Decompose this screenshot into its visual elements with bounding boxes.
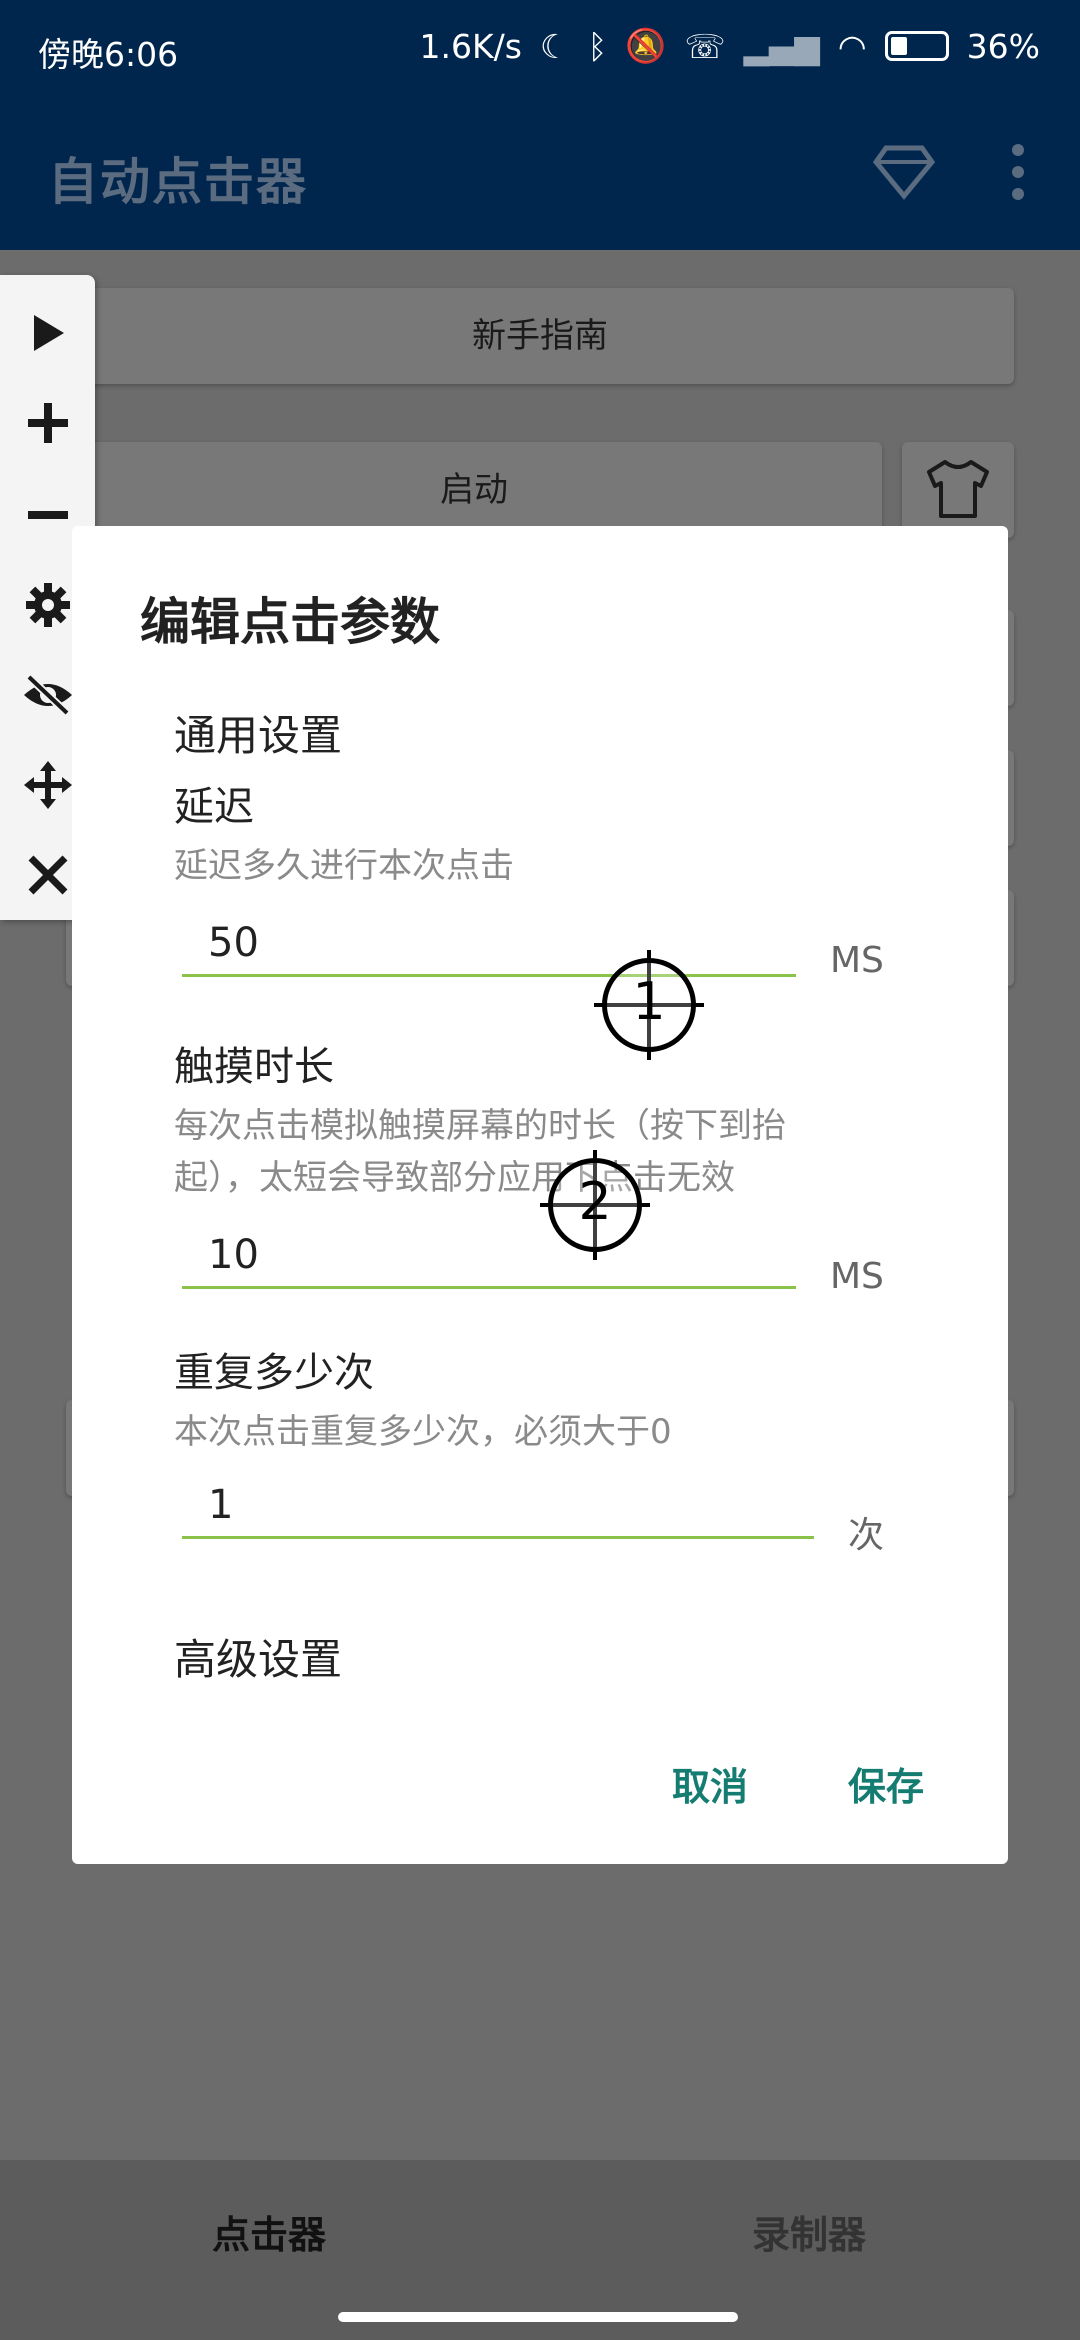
- click-target-marker[interactable]: 2: [540, 1150, 650, 1260]
- gear-icon[interactable]: [20, 577, 76, 633]
- general-section-heading: 通用设置: [174, 711, 343, 760]
- plus-icon[interactable]: [20, 395, 76, 451]
- repeat-input[interactable]: [182, 1482, 814, 1539]
- diamond-icon[interactable]: [872, 142, 936, 202]
- delay-description: 延迟多久进行本次点击: [174, 846, 514, 886]
- tab-recorder[interactable]: 录制器: [752, 2204, 866, 2259]
- status-bar: 傍晚6:06 1.6K/s ☾ ᛒ 🔕 ☏ ▂▄▆ ◠ 36%: [0, 0, 1080, 96]
- wifi-icon: ◠: [837, 26, 867, 66]
- network-speed: 1.6K/s: [419, 26, 522, 66]
- play-icon[interactable]: [20, 305, 76, 361]
- repeat-label: 重复多少次: [174, 1350, 374, 1396]
- call-icon: ☏: [684, 26, 726, 66]
- app-bar: 自动点击器: [0, 96, 1080, 250]
- status-icons: 1.6K/s ☾ ᛒ 🔕 ☏ ▂▄▆ ◠ 36%: [419, 26, 1040, 66]
- more-vert-icon[interactable]: [1008, 144, 1028, 204]
- dialog-title: 编辑点击参数: [140, 593, 440, 651]
- click-target-marker[interactable]: 1: [594, 950, 704, 1060]
- status-time: 傍晚6:06: [38, 35, 179, 74]
- cancel-button[interactable]: 取消: [672, 1756, 748, 1811]
- moon-icon: ☾: [539, 26, 570, 66]
- battery-percent: 36%: [966, 26, 1040, 66]
- touch-duration-input[interactable]: [182, 1232, 796, 1289]
- home-indicator[interactable]: [338, 2312, 738, 2322]
- tab-clicker[interactable]: 点击器: [212, 2204, 326, 2259]
- minus-icon[interactable]: [20, 487, 76, 543]
- repeat-unit: 次: [848, 1515, 885, 1556]
- shirt-icon: [927, 460, 989, 518]
- start-button[interactable]: 启动: [66, 442, 882, 538]
- marker-number: 2: [578, 1172, 612, 1232]
- close-icon[interactable]: [20, 847, 76, 903]
- save-button[interactable]: 保存: [848, 1756, 924, 1811]
- mute-icon: 🔕: [625, 26, 667, 65]
- touch-duration-description-line2: 起），太短会导致部分应用下点击无效: [174, 1158, 735, 1198]
- delay-unit: MS: [830, 940, 884, 981]
- touch-duration-unit: MS: [830, 1256, 884, 1297]
- delay-label: 延迟: [174, 784, 254, 830]
- shirt-button[interactable]: [902, 442, 1014, 538]
- eye-off-icon[interactable]: [20, 667, 76, 723]
- battery-icon: [884, 31, 949, 61]
- signal-icon: ▂▄▆: [743, 26, 820, 66]
- move-icon[interactable]: [20, 757, 76, 813]
- bluetooth-icon: ᛒ: [587, 26, 608, 66]
- marker-number: 1: [632, 972, 666, 1032]
- repeat-description: 本次点击重复多少次，必须大于0: [174, 1412, 672, 1452]
- app-title: 自动点击器: [48, 153, 308, 211]
- guide-button[interactable]: 新手指南: [66, 288, 1014, 384]
- touch-duration-label: 触摸时长: [174, 1044, 334, 1090]
- advanced-section-heading[interactable]: 高级设置: [174, 1626, 342, 1687]
- touch-duration-description-line1: 每次点击模拟触摸屏幕的时长（按下到抬: [174, 1106, 786, 1146]
